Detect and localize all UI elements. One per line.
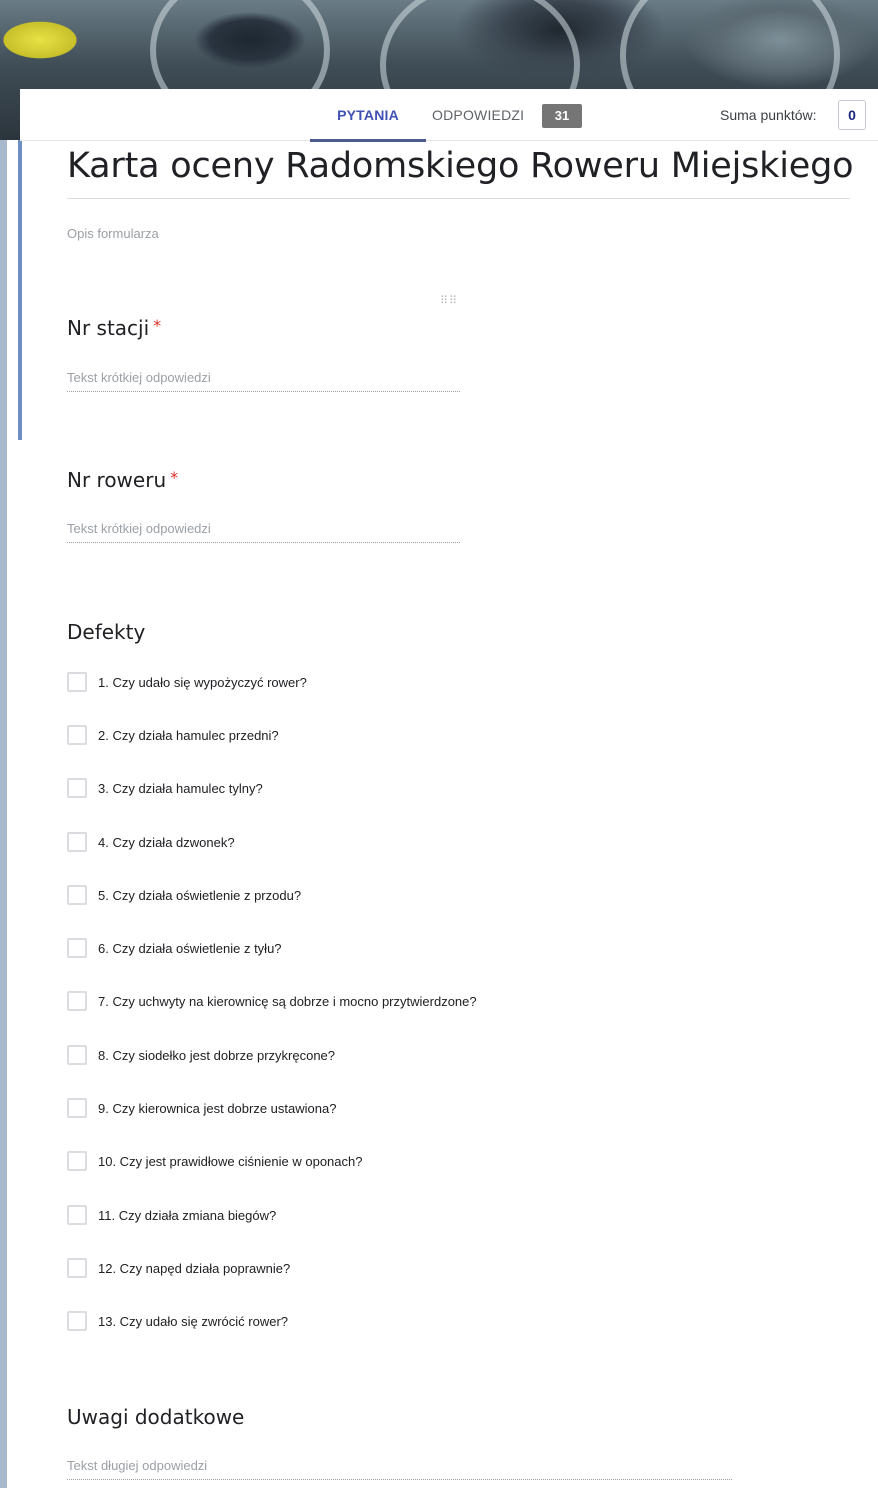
tab-bar: PYTANIA ODPOWIEDZI 31 Suma punktów: 0 xyxy=(20,89,878,142)
checkbox[interactable] xyxy=(67,672,87,692)
question-title-defects[interactable]: Defekty xyxy=(67,620,145,644)
checkbox[interactable] xyxy=(67,1258,87,1278)
form-sheet xyxy=(7,140,878,1488)
checkbox[interactable] xyxy=(67,885,87,905)
checkbox-label: 6. Czy działa oświetlenie z tyłu? xyxy=(98,940,282,956)
checkbox[interactable] xyxy=(67,938,87,958)
question-title-bike[interactable]: Nr roweru * xyxy=(67,468,178,492)
checkbox-label: 12. Czy napęd działa poprawnie? xyxy=(98,1260,291,1276)
checkbox-option[interactable]: 13. Czy udało się zwrócić rower? xyxy=(67,1310,288,1332)
total-points-label: Suma punktów: xyxy=(720,107,817,123)
required-marker: * xyxy=(153,316,162,335)
checkbox-label: 8. Czy siodełko jest dobrze przykręcone? xyxy=(98,1047,336,1063)
checkbox-option[interactable]: 9. Czy kierownica jest dobrze ustawiona? xyxy=(67,1097,336,1119)
checkbox[interactable] xyxy=(67,1205,87,1225)
checkbox-label: 9. Czy kierownica jest dobrze ustawiona? xyxy=(98,1100,337,1116)
checkbox[interactable] xyxy=(67,1151,87,1171)
checkbox-label: 3. Czy działa hamulec tylny? xyxy=(98,780,263,796)
checkbox[interactable] xyxy=(67,725,87,745)
checkbox[interactable] xyxy=(67,1045,87,1065)
checkbox-option[interactable]: 12. Czy napęd działa poprawnie? xyxy=(67,1257,290,1279)
checkbox-label: 5. Czy działa oświetlenie z przodu? xyxy=(98,887,302,903)
checkbox[interactable] xyxy=(67,832,87,852)
checkbox[interactable] xyxy=(67,1098,87,1118)
question-title-text: Nr stacji xyxy=(67,316,150,340)
short-answer-field-bike[interactable]: Tekst krótkiej odpowiedzi xyxy=(67,521,460,543)
checkbox[interactable] xyxy=(67,1311,87,1331)
answers-count-badge: 31 xyxy=(542,104,582,128)
checkbox[interactable] xyxy=(67,991,87,1011)
checkbox-label: 4. Czy działa dzwonek? xyxy=(98,834,235,850)
checkbox-option[interactable]: 8. Czy siodełko jest dobrze przykręcone? xyxy=(67,1044,335,1066)
checkbox-label: 13. Czy udało się zwrócić rower? xyxy=(98,1313,289,1329)
form-title[interactable]: Karta oceny Radomskiego Roweru Miejskieg… xyxy=(67,146,854,186)
checkbox-option[interactable]: 6. Czy działa oświetlenie z tyłu? xyxy=(67,937,282,959)
checkbox-label: 11. Czy działa zmiana biegów? xyxy=(98,1207,277,1223)
tab-questions[interactable]: PYTANIA xyxy=(310,89,426,142)
checkbox-label: 2. Czy działa hamulec przedni? xyxy=(98,727,279,743)
drag-handle-icon[interactable]: ⠿⠿ xyxy=(440,294,458,307)
checkbox-option[interactable]: 2. Czy działa hamulec przedni? xyxy=(67,724,279,746)
required-marker: * xyxy=(170,468,179,487)
checkbox[interactable] xyxy=(67,778,87,798)
checkbox-option[interactable]: 10. Czy jest prawidłowe ciśnienie w opon… xyxy=(67,1150,362,1172)
title-divider xyxy=(67,198,850,199)
question-title-station[interactable]: Nr stacji * xyxy=(67,316,161,340)
checkbox-option[interactable]: 4. Czy działa dzwonek? xyxy=(67,831,235,853)
selected-card-accent xyxy=(18,140,22,440)
tab-answers[interactable]: ODPOWIEDZI xyxy=(432,89,524,141)
total-points-value: 0 xyxy=(838,100,866,130)
form-description[interactable]: Opis formularza xyxy=(67,226,159,241)
page-left-edge xyxy=(0,140,7,1488)
checkbox-option[interactable]: 11. Czy działa zmiana biegów? xyxy=(67,1204,276,1226)
long-answer-field-notes[interactable]: Tekst długiej odpowiedzi xyxy=(67,1458,732,1480)
short-answer-field-station[interactable]: Tekst krótkiej odpowiedzi xyxy=(67,370,460,392)
checkbox-option[interactable]: 3. Czy działa hamulec tylny? xyxy=(67,777,263,799)
question-title-text: Nr roweru xyxy=(67,468,167,492)
checkbox-option[interactable]: 5. Czy działa oświetlenie z przodu? xyxy=(67,884,301,906)
checkbox-label: 7. Czy uchwyty na kierownicę są dobrze i… xyxy=(98,993,477,1009)
question-title-notes[interactable]: Uwagi dodatkowe xyxy=(67,1405,244,1429)
checkbox-option[interactable]: 1. Czy udało się wypożyczyć rower? xyxy=(67,671,307,693)
checkbox-option[interactable]: 7. Czy uchwyty na kierownicę są dobrze i… xyxy=(67,990,477,1012)
checkbox-label: 1. Czy udało się wypożyczyć rower? xyxy=(98,674,307,690)
checkbox-label: 10. Czy jest prawidłowe ciśnienie w opon… xyxy=(98,1153,363,1169)
